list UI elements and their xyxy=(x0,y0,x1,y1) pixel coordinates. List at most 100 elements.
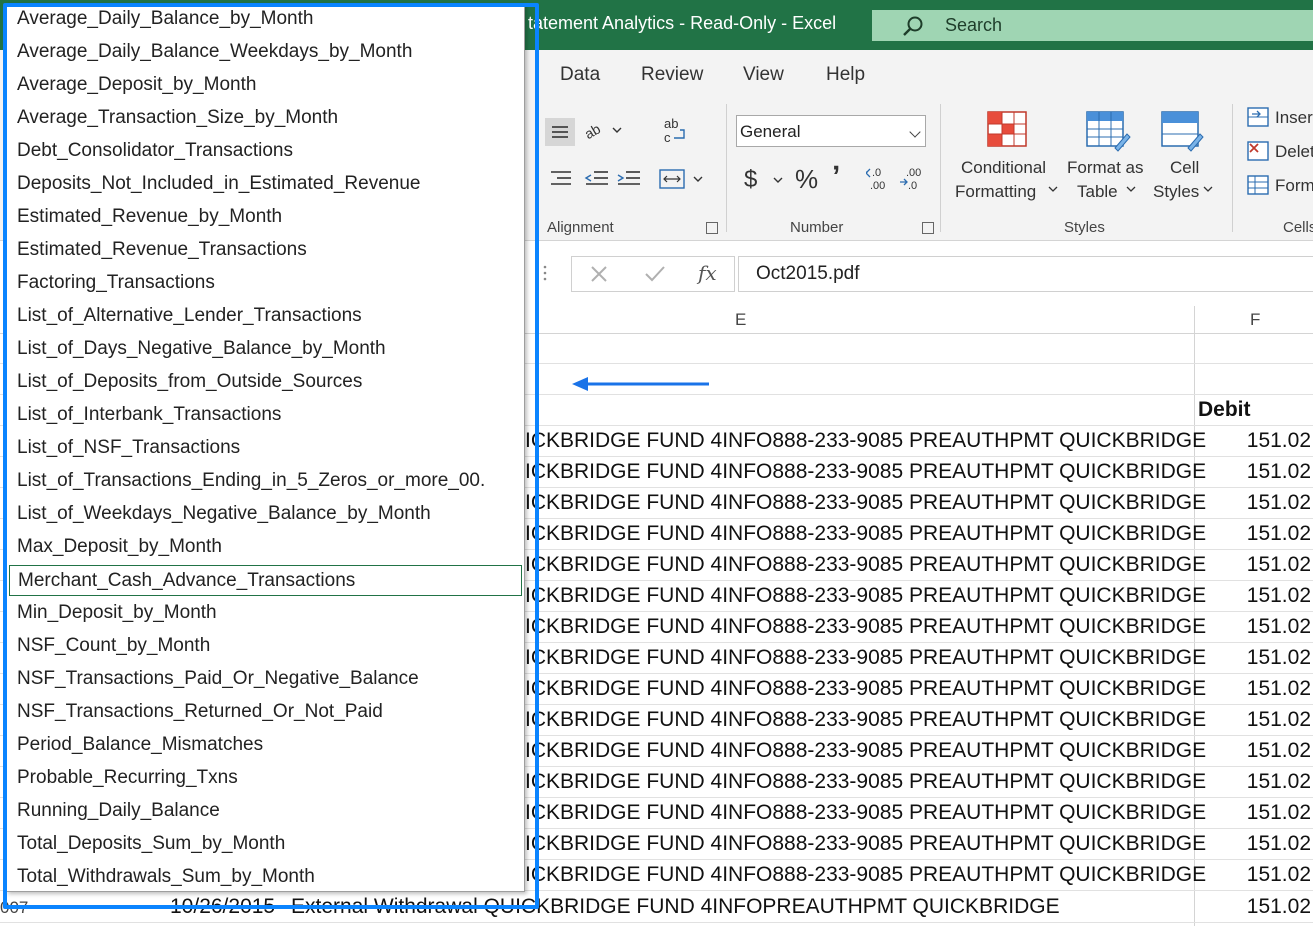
format-as-table-label-2: Table xyxy=(1077,182,1118,201)
chevron-down-icon xyxy=(1203,186,1213,192)
svg-text:c: c xyxy=(664,130,671,145)
description-cell[interactable]: ICKBRIDGE FUND 4INFO888-233-9085 PREAUTH… xyxy=(525,863,1206,887)
increase-decimal-icon[interactable]: .0 .00 xyxy=(866,166,896,192)
formula-buttons: fx xyxy=(571,256,735,292)
number-group-label: Number xyxy=(790,219,844,236)
description-cell[interactable]: ICKBRIDGE FUND 4INFO888-233-9085 PREAUTH… xyxy=(525,615,1206,639)
description-cell[interactable]: ICKBRIDGE FUND 4INFO888-233-9085 PREAUTH… xyxy=(525,801,1206,825)
chevron-down-icon xyxy=(909,126,921,138)
description-cell[interactable]: ICKBRIDGE FUND 4INFO888-233-9085 PREAUTH… xyxy=(525,522,1206,546)
column-header-f[interactable]: F xyxy=(1250,310,1260,330)
number-format-select[interactable]: General xyxy=(736,115,926,147)
debit-cell[interactable]: 151.02 xyxy=(1195,460,1311,484)
merge-center-icon[interactable] xyxy=(658,166,706,192)
description-cell[interactable]: ICKBRIDGE FUND 4INFO888-233-9085 PREAUTH… xyxy=(525,832,1206,856)
delete-button[interactable]: Delet xyxy=(1275,142,1313,162)
svg-text:.0: .0 xyxy=(908,180,917,192)
align-right-icon[interactable] xyxy=(545,166,575,192)
left-arrow-icon xyxy=(572,377,709,391)
debit-cell[interactable]: 151.02 xyxy=(1195,832,1311,856)
enter-check-icon[interactable] xyxy=(644,265,666,283)
search-label: Search xyxy=(945,15,1003,35)
debit-cell[interactable]: 151.02 xyxy=(1195,677,1311,701)
description-cell[interactable]: ICKBRIDGE FUND 4INFO888-233-9085 PREAUTH… xyxy=(525,429,1206,453)
styles-group-label: Styles xyxy=(1064,219,1105,236)
window-title: tatement Analytics - Read-Only - Excel xyxy=(528,13,837,33)
description-cell[interactable]: ICKBRIDGE FUND 4INFO888-233-9085 PREAUTH… xyxy=(525,491,1206,515)
description-cell[interactable]: ICKBRIDGE FUND 4INFO888-233-9085 PREAUTH… xyxy=(525,553,1206,577)
align-center-icon xyxy=(552,126,568,138)
description-cell[interactable]: ICKBRIDGE FUND 4INFO888-233-9085 PREAUTH… xyxy=(525,584,1206,608)
debit-cell[interactable]: 151.02 xyxy=(1195,895,1311,919)
cell-styles-icon xyxy=(1161,111,1204,152)
svg-text:.0: .0 xyxy=(872,167,881,179)
debit-cell[interactable]: 151.02 xyxy=(1195,584,1311,608)
description-cell[interactable]: ICKBRIDGE FUND 4INFO888-233-9085 PREAUTH… xyxy=(525,460,1206,484)
chevron-down-icon[interactable] xyxy=(772,176,784,186)
debit-cell[interactable]: 151.02 xyxy=(1195,863,1311,887)
tab-view[interactable]: View xyxy=(743,64,784,86)
search-box[interactable]: Search xyxy=(872,10,1313,41)
search-icon xyxy=(903,16,923,36)
svg-text:.00: .00 xyxy=(870,180,885,192)
debit-cell[interactable]: 151.02 xyxy=(1195,739,1311,763)
number-launcher-icon[interactable] xyxy=(922,222,934,234)
tab-review[interactable]: Review xyxy=(641,64,703,86)
orientation-icon[interactable]: ab xyxy=(583,118,627,144)
cell-styles-button[interactable]: Cell Styles xyxy=(1150,108,1220,218)
align-center-button[interactable] xyxy=(545,118,575,146)
comma-style-button[interactable]: ʼ xyxy=(832,160,840,194)
svg-text:ab: ab xyxy=(664,116,678,131)
separator xyxy=(726,104,727,232)
svg-text:.00: .00 xyxy=(906,167,921,179)
increase-indent-icon[interactable] xyxy=(614,166,642,192)
chevron-down-icon xyxy=(1126,186,1136,192)
format-as-table-icon xyxy=(1086,111,1131,152)
debit-cell[interactable]: 151.02 xyxy=(1195,615,1311,639)
debit-cell[interactable]: 151.02 xyxy=(1195,429,1311,453)
drag-handle-icon[interactable] xyxy=(540,261,550,285)
debit-cell[interactable]: 151.02 xyxy=(1195,491,1311,515)
percent-button[interactable]: % xyxy=(795,164,818,195)
delete-cells-icon[interactable] xyxy=(1246,140,1272,162)
alignment-group-label: Alignment xyxy=(547,219,614,236)
cancel-icon[interactable] xyxy=(590,265,608,283)
insert-button[interactable]: Inser xyxy=(1275,108,1313,128)
debit-cell[interactable]: 151.02 xyxy=(1195,522,1311,546)
cells-group-label: Cells xyxy=(1283,219,1313,236)
formula-value: Oct2015.pdf xyxy=(756,263,860,284)
format-cells-icon[interactable] xyxy=(1246,174,1272,196)
description-cell[interactable]: ICKBRIDGE FUND 4INFO888-233-9085 PREAUTH… xyxy=(525,646,1206,670)
description-cell[interactable]: ICKBRIDGE FUND 4INFO888-233-9085 PREAUTH… xyxy=(525,677,1206,701)
currency-button[interactable]: $ xyxy=(744,166,757,194)
chevron-down-icon xyxy=(1048,186,1058,192)
format-as-table-label-1: Format as xyxy=(1067,158,1144,177)
decrease-indent-icon[interactable] xyxy=(582,166,610,192)
debit-cell[interactable]: 151.02 xyxy=(1195,801,1311,825)
conditional-formatting-button[interactable]: Conditional Formatting xyxy=(950,108,1065,218)
format-as-table-button[interactable]: Format as Table xyxy=(1063,108,1153,218)
description-cell[interactable]: ICKBRIDGE FUND 4INFO888-233-9085 PREAUTH… xyxy=(525,770,1206,794)
column-header-e[interactable]: E xyxy=(735,310,746,330)
debit-cell[interactable]: 151.02 xyxy=(1195,770,1311,794)
formula-input[interactable]: Oct2015.pdf xyxy=(738,256,1313,292)
description-cell[interactable]: ICKBRIDGE FUND 4INFO888-233-9085 PREAUTH… xyxy=(525,739,1206,763)
debit-cell[interactable]: 151.02 xyxy=(1195,708,1311,732)
conditional-formatting-icon xyxy=(987,111,1027,147)
highlight-annotation xyxy=(3,3,539,909)
cell-styles-label-1: Cell xyxy=(1170,158,1200,177)
format-button[interactable]: Form xyxy=(1275,176,1313,196)
description-cell[interactable]: ICKBRIDGE FUND 4INFO888-233-9085 PREAUTH… xyxy=(525,708,1206,732)
alignment-launcher-icon[interactable] xyxy=(706,222,718,234)
insert-function-button[interactable]: fx xyxy=(698,261,717,285)
debit-cell[interactable]: 151.02 xyxy=(1195,646,1311,670)
insert-cells-icon[interactable] xyxy=(1246,106,1272,128)
decrease-decimal-icon[interactable]: .00 .0 xyxy=(898,166,928,192)
column-divider[interactable] xyxy=(1194,306,1195,333)
tab-data[interactable]: Data xyxy=(560,64,600,86)
conditional-formatting-label-1: Conditional xyxy=(961,158,1047,177)
separator xyxy=(1232,104,1233,232)
tab-help[interactable]: Help xyxy=(826,64,865,86)
wrap-text-icon[interactable]: ab c xyxy=(662,116,688,146)
debit-cell[interactable]: 151.02 xyxy=(1195,553,1311,577)
